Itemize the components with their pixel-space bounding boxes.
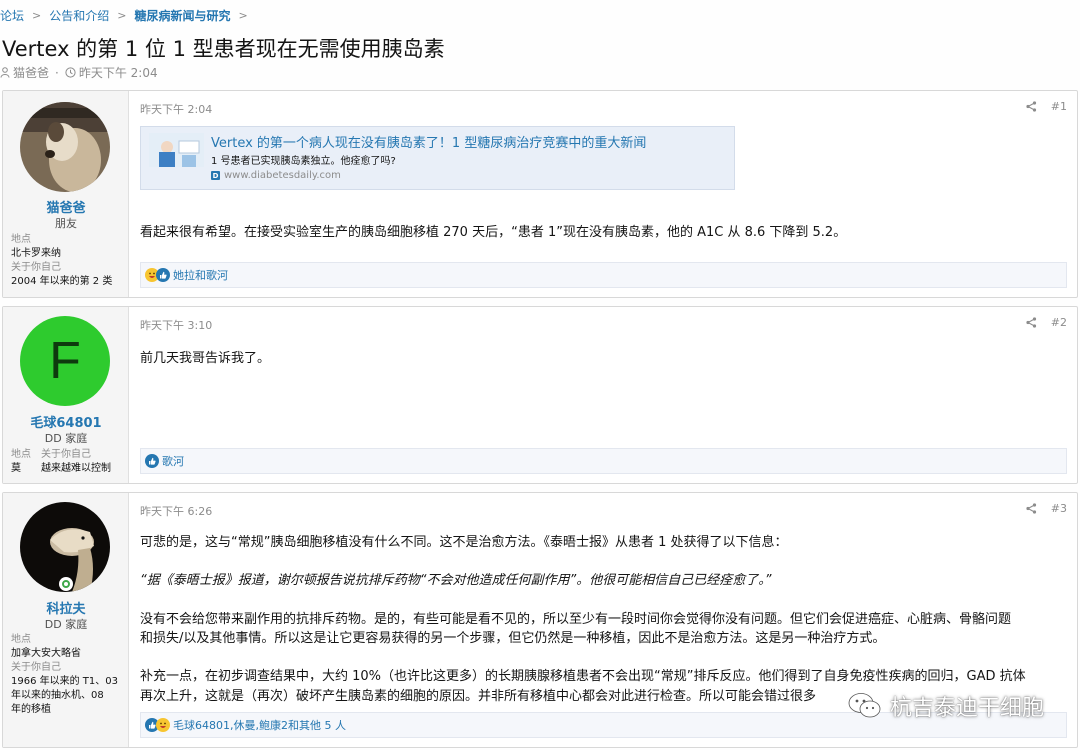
post-body-line: 可悲的是，这与“常规”胰岛细胞移植没有什么不同。这不是治愈方法。《泰晤士报》从患… <box>140 535 788 550</box>
link-thumbnail <box>149 133 204 167</box>
like-reaction-icon <box>156 268 170 282</box>
thread-meta: 猫爸爸 · 昨天下午 2:04 <box>0 64 164 81</box>
user-title: DD 家庭 <box>44 618 88 631</box>
post-body-line: 没有不会给您带来副作用的抗排斥药物。是的，有些可能是看不见的，所以至少有一段时间… <box>140 612 1012 627</box>
thread-start-time[interactable]: 昨天下午 2:04 <box>65 64 158 81</box>
location-label: 地点 <box>11 449 31 460</box>
share-icon[interactable] <box>1026 317 1037 328</box>
about-value: 越来越难以控制 <box>41 463 111 474</box>
post-body-line: 再次上升，这就是（再次）破坏产生胰岛素的细胞的原因。并非所有移植中心都会对此进行… <box>140 689 817 704</box>
breadcrumb: 论坛 > 公告和介绍 > 糖尿病新闻与研究 > <box>0 6 256 24</box>
link-preview-card[interactable]: Vertex 的第一个病人现在没有胰岛素了！1 型糖尿病治疗竞赛中的重大新闻 1… <box>140 126 735 190</box>
breadcrumb-forums[interactable]: 论坛 <box>0 7 24 24</box>
location-label: 地点 <box>11 234 31 245</box>
clock-icon <box>65 67 76 78</box>
reaction-users[interactable]: 毛球64801,休曼,鲍康2和其他 5 人 <box>173 717 346 733</box>
about-label: 关于你自己 <box>41 449 91 460</box>
meta-separator: · <box>55 65 59 80</box>
post-user-sidebar: 猫爸爸 朋友 地点 北卡罗来纳 关于你自己 2004 年以来的第 2 类 <box>3 91 129 297</box>
link-description: 1 号患者已实现胰岛素独立。他痊愈了吗? <box>211 156 396 167</box>
thread-time-text: 昨天下午 2:04 <box>78 66 158 80</box>
online-status-icon <box>59 577 73 591</box>
post-body-line: 补充一点，在初步调查结果中，大约 10%（也许比这更多）的长期胰腺移植患者不会出… <box>140 669 1026 684</box>
about-value-line: 年以来的抽水机、08 <box>11 690 104 701</box>
post-actions: #3 <box>1026 502 1067 515</box>
breadcrumb-announcements[interactable]: 公告和介绍 <box>49 7 109 24</box>
avatar[interactable] <box>20 102 110 192</box>
post-body-line: 看起来很有希望。在接受实验室生产的胰岛细胞移植 270 天后，“患者 1”现在没… <box>140 225 847 240</box>
user-icon <box>0 67 10 78</box>
post-number[interactable]: #1 <box>1051 100 1067 113</box>
thread-author[interactable]: 猫爸爸 <box>0 64 49 81</box>
avatar[interactable]: F <box>20 316 110 406</box>
post-date[interactable]: 昨天下午 3:10 <box>140 317 212 333</box>
watermark-text: 杭吉泰迪干细胞 <box>889 696 1044 721</box>
link-title[interactable]: Vertex 的第一个病人现在没有胰岛素了！1 型糖尿病治疗竞赛中的重大新闻 <box>211 132 646 151</box>
username[interactable]: 毛球64801 <box>3 412 129 431</box>
post-date[interactable]: 昨天下午 2:04 <box>140 101 212 117</box>
post-actions: #2 <box>1026 316 1067 329</box>
post-1: 猫爸爸 朋友 地点 北卡罗来纳 关于你自己 2004 年以来的第 2 类 昨天下… <box>2 90 1078 298</box>
reactions-bar[interactable]: 歌河 <box>140 448 1067 474</box>
chevron-right-icon: > <box>32 8 42 22</box>
user-title: 朋友 <box>55 217 77 230</box>
post-user-sidebar: F 毛球64801 DD 家庭 地点 关于你自己 莫 越来越难以控制 <box>3 307 129 483</box>
username[interactable]: 科拉夫 <box>3 598 129 617</box>
link-domain: D www.diabetesdaily.com <box>211 170 341 181</box>
wechat-icon <box>848 693 881 718</box>
post-2: F 毛球64801 DD 家庭 地点 关于你自己 莫 越来越难以控制 昨天下午 … <box>2 306 1078 484</box>
about-value: 2004 年以来的第 2 类 <box>11 276 113 287</box>
post-body-line: 前几天我哥告诉我了。 <box>140 351 271 366</box>
reaction-users[interactable]: 她拉和歌河 <box>173 267 228 283</box>
about-value-line: 年的移植 <box>11 704 51 715</box>
post-number[interactable]: #3 <box>1051 502 1067 515</box>
watermark: 杭吉泰迪干细胞 <box>848 690 1044 722</box>
share-icon[interactable] <box>1026 503 1037 514</box>
chevron-right-icon: > <box>117 8 127 22</box>
about-label: 关于你自己 <box>11 662 61 673</box>
post-date[interactable]: 昨天下午 6:26 <box>140 503 212 519</box>
location-value: 加拿大安大略省 <box>11 648 81 659</box>
post-body-line: 和损失/以及其他事情。所以这是让它更容易获得的另一个步骤，但它仍然是一种移植，因… <box>140 631 886 646</box>
user-title: DD 家庭 <box>44 432 88 445</box>
post-number[interactable]: #2 <box>1051 316 1067 329</box>
post-content: 昨天下午 2:04 #1 Vertex 的第一个病人现在没有胰岛素了！1 型糖尿… <box>130 91 1077 297</box>
share-icon[interactable] <box>1026 101 1037 112</box>
thread-author-name: 猫爸爸 <box>13 66 50 80</box>
post-user-sidebar: 科拉夫 DD 家庭 地点 加拿大安大略省 关于你自己 1966 年以来的 T1、… <box>3 493 129 747</box>
page-title: Vertex 的第 1 位 1 型患者现在无需使用胰岛素 <box>2 37 445 61</box>
breadcrumb-diabetes-news[interactable]: 糖尿病新闻与研究 <box>134 7 230 24</box>
like-reaction-icon <box>145 454 159 468</box>
about-label: 关于你自己 <box>11 262 61 273</box>
avatar-letter: F <box>49 332 81 390</box>
location-value: 北卡罗来纳 <box>11 248 61 259</box>
chevron-right-icon: > <box>238 8 248 22</box>
reaction-users[interactable]: 歌河 <box>162 453 184 469</box>
location-label: 地点 <box>11 634 31 645</box>
site-favicon-icon: D <box>211 171 220 180</box>
location-value: 莫 <box>11 463 21 474</box>
quote-line: “据《泰晤士报》报道，谢尔顿报告说抗排斥药物“不会对他造成任何副作用”。他很可能… <box>140 573 772 588</box>
reactions-bar[interactable]: 她拉和歌河 <box>140 262 1067 288</box>
about-value-line: 1966 年以来的 T1、03 <box>11 676 119 687</box>
post-actions: #1 <box>1026 100 1067 113</box>
username[interactable]: 猫爸爸 <box>3 197 129 216</box>
link-domain-text: www.diabetesdaily.com <box>224 170 341 181</box>
haha-reaction-icon <box>156 718 170 732</box>
post-content: 昨天下午 3:10 #2 前几天我哥告诉我了。 歌河 <box>130 307 1077 483</box>
